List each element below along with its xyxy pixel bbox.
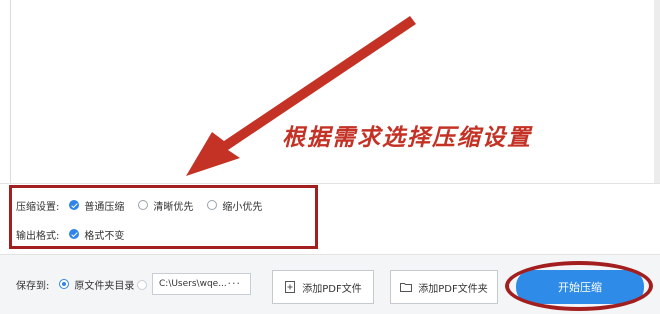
save-to-row: 保存到: 原文件夹目录 [16, 276, 148, 292]
add-pdf-folder-label: 添加PDF文件夹 [418, 283, 488, 295]
add-file-icon [285, 281, 296, 293]
add-pdf-folder-button[interactable]: 添加PDF文件夹 [390, 270, 498, 304]
settings-highlight-box [9, 185, 318, 249]
option-label: 原文件夹目录 [74, 280, 135, 292]
browse-more-icon[interactable]: ··· [228, 277, 242, 290]
save-path-value: C:\Users\wqe... [159, 279, 227, 289]
custom-path-radio[interactable] [137, 280, 147, 290]
option-original-folder[interactable]: 原文件夹目录 [59, 277, 134, 292]
annotation-text: 根据需求选择压缩设置 [282, 125, 532, 151]
save-path-field[interactable]: C:\Users\wqe... ··· [152, 273, 251, 295]
radio-selected-icon [59, 279, 70, 289]
add-pdf-file-label: 添加PDF文件 [302, 283, 362, 295]
save-to-label: 保存到: [16, 280, 50, 292]
folder-icon [400, 283, 413, 292]
start-button-highlight-circle [505, 261, 653, 311]
add-pdf-file-button[interactable]: 添加PDF文件 [272, 270, 374, 304]
